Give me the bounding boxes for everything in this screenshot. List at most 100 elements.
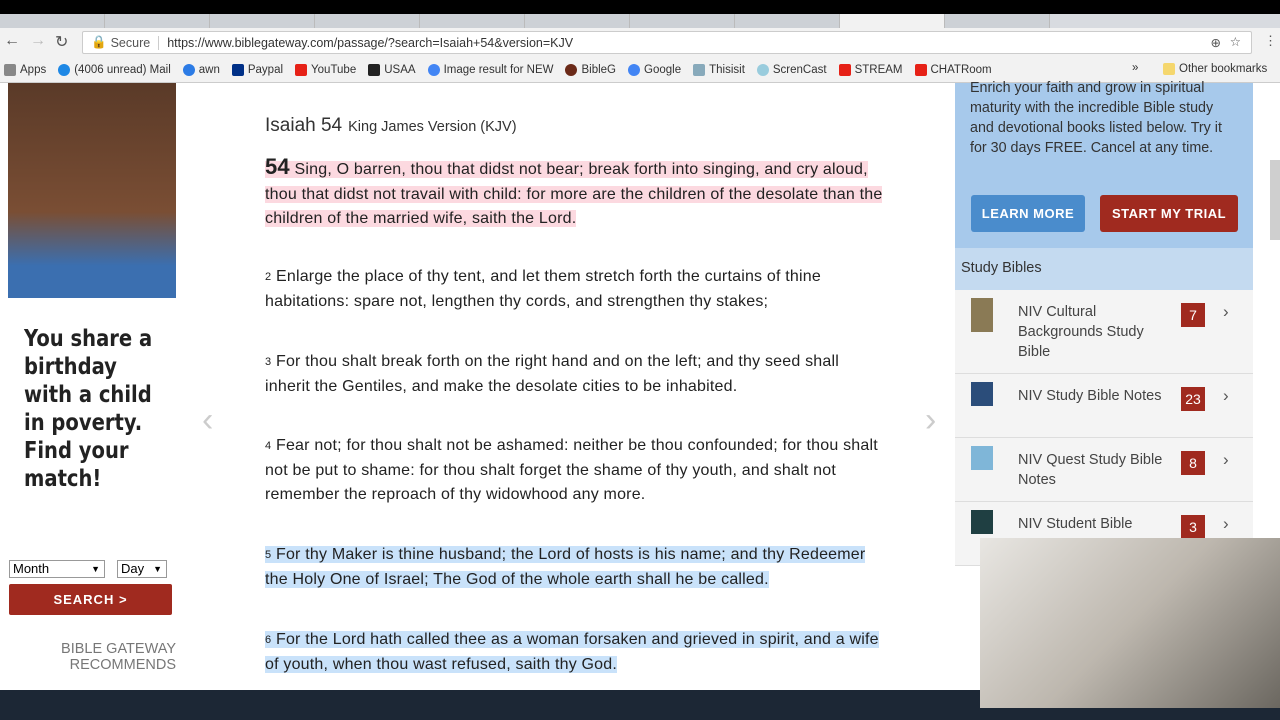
forward-icon[interactable]: → <box>30 32 46 50</box>
study-bible-item[interactable]: NIV Quest Study Bible Notes 8 › <box>955 438 1253 502</box>
version-name[interactable]: King James Version (KJV) <box>348 119 516 135</box>
usaa-icon <box>368 63 381 76</box>
bookmark-label: Paypal <box>247 63 284 76</box>
bookmark-stream[interactable]: STREAM <box>838 63 903 76</box>
mail-icon <box>58 63 71 76</box>
month-select[interactable]: Month ▼ <box>9 560 105 578</box>
browser-tab[interactable] <box>525 14 630 28</box>
study-bible-item[interactable]: NIV Study Bible Notes 23 › <box>955 374 1253 438</box>
bookmark-paypal[interactable]: Paypal <box>231 63 284 76</box>
browser-tab[interactable] <box>735 14 840 28</box>
count-badge: 23 <box>1181 387 1205 411</box>
book-cover-icon <box>971 446 993 470</box>
lock-icon: 🔒 <box>91 35 107 49</box>
bookmark-mail[interactable]: (4006 unread) Mail <box>58 63 171 76</box>
verse-text: Enlarge the place of thy tent, and let t… <box>265 268 821 310</box>
youtube-icon <box>295 63 308 76</box>
bookmark-awn[interactable]: awn <box>182 63 220 76</box>
paypal-icon <box>231 63 244 76</box>
child-photo[interactable] <box>8 83 176 298</box>
previous-chapter-icon[interactable]: ‹ <box>202 401 213 440</box>
verse-number: 4 <box>265 440 272 452</box>
url-text: https://www.biblegateway.com/passage/?se… <box>167 35 574 50</box>
month-value: Month <box>13 561 50 576</box>
bookmark-apps[interactable]: Apps <box>4 63 47 76</box>
address-bar-row: ← → ↻ 🔒 Secure https://www.biblegateway.… <box>0 28 1280 57</box>
search-button[interactable]: SEARCH > <box>9 584 172 615</box>
browser-tab[interactable] <box>105 14 210 28</box>
screen-top-bar <box>0 0 1280 14</box>
chevron-right-icon: › <box>1223 450 1229 469</box>
verse-1: 54 Sing, O barren, thou that didst not b… <box>265 154 885 232</box>
browser-tab[interactable] <box>210 14 315 28</box>
apps-icon <box>4 63 16 76</box>
secure-label: Secure <box>111 35 160 50</box>
book-cover-icon <box>971 382 993 406</box>
verse-number: 5 <box>265 549 272 561</box>
folder-icon <box>1163 63 1175 75</box>
bookmark-chatroom[interactable]: CHATRoom <box>914 63 992 76</box>
bookmark-label: Other bookmarks <box>1179 63 1268 75</box>
book-cover-icon <box>971 510 993 534</box>
bookmark-screncast[interactable]: ScrenCast <box>756 63 827 76</box>
bookmark-youtube[interactable]: YouTube <box>295 63 356 76</box>
study-bibles-heading: Study Bibles <box>955 248 1253 290</box>
verse-text: For thy Maker is thine husband; the Lord… <box>265 546 866 588</box>
verse-number: 6 <box>265 634 272 646</box>
browser-tab[interactable] <box>315 14 420 28</box>
count-badge: 7 <box>1181 303 1205 327</box>
bookmark-label: Apps <box>20 63 47 76</box>
reload-icon[interactable]: ↻ <box>55 32 68 52</box>
verse-number: 2 <box>265 271 272 283</box>
start-trial-button[interactable]: START MY TRIAL <box>1100 195 1238 232</box>
bookmark-label: STREAM <box>854 63 903 76</box>
bookmark-google[interactable]: Google <box>628 63 682 76</box>
star-icon[interactable]: ☆ <box>1230 34 1241 49</box>
item-label: NIV Quest Study Bible Notes <box>1018 452 1163 488</box>
item-label: NIV Student Bible <box>1018 516 1133 532</box>
browser-tab[interactable] <box>945 14 1050 28</box>
youtube-icon <box>914 63 927 76</box>
count-badge: 3 <box>1181 515 1205 539</box>
webcam-overlay <box>980 538 1280 708</box>
verse-6: 6 For the Lord hath called thee as a wom… <box>265 628 885 677</box>
bookmark-label: Image result for NEW <box>443 63 554 76</box>
bookmark-label: Thisisit <box>709 63 745 76</box>
zoom-icon[interactable]: ⊕ <box>1211 35 1221 50</box>
bookmark-label: awn <box>198 63 220 76</box>
next-chapter-icon[interactable]: › <box>925 401 936 440</box>
biblegateway-icon <box>565 63 578 76</box>
bookmark-image-result[interactable]: Image result for NEW <box>427 63 554 76</box>
screncast-icon <box>756 63 769 76</box>
thisisit-icon <box>693 63 706 76</box>
bookmark-label: CHATRoom <box>930 63 992 76</box>
menu-icon[interactable]: ⋮ <box>1264 33 1277 49</box>
bookmark-label: (4006 unread) Mail <box>74 63 171 76</box>
chevron-right-icon: › <box>1223 302 1229 321</box>
bookmark-thisisit[interactable]: Thisisit <box>693 63 745 76</box>
verse-5: 5 For thy Maker is thine husband; the Lo… <box>265 543 885 592</box>
bookmark-label: Google <box>644 63 682 76</box>
promo-box: Enrich your faith and grow in spiritual … <box>955 80 1253 248</box>
day-select[interactable]: Day ▼ <box>117 560 167 578</box>
browser-tab[interactable] <box>420 14 525 28</box>
scrollbar-thumb[interactable] <box>1270 160 1280 240</box>
other-bookmarks[interactable]: Other bookmarks <box>1163 63 1267 75</box>
ad-text[interactable]: You share a birthday with a child in pov… <box>24 325 160 493</box>
url-input[interactable]: 🔒 Secure https://www.biblegateway.com/pa… <box>82 31 1252 54</box>
bookmark-usaa[interactable]: USAA <box>368 63 416 76</box>
study-bible-item[interactable]: NIV Cultural Backgrounds Study Bible 7 › <box>955 290 1253 374</box>
book-chapter: Isaiah 54 <box>265 115 343 136</box>
verse-text: Sing, O barren, thou that didst not bear… <box>265 161 883 228</box>
browser-tab-active[interactable] <box>840 14 945 28</box>
back-icon[interactable]: ← <box>4 32 20 50</box>
learn-more-button[interactable]: LEARN MORE <box>971 195 1085 232</box>
browser-tab[interactable] <box>0 14 105 28</box>
browser-tab[interactable] <box>630 14 735 28</box>
google-icon <box>427 63 440 76</box>
dropdown-arrow-icon: ▼ <box>153 564 162 574</box>
verse-text: Fear not; for thou shalt not be ashamed:… <box>265 437 878 504</box>
more-bookmarks-button[interactable]: » <box>1132 62 1138 74</box>
bookmark-bibleg[interactable]: BibleG <box>565 63 616 76</box>
dropdown-arrow-icon: ▼ <box>91 564 100 574</box>
